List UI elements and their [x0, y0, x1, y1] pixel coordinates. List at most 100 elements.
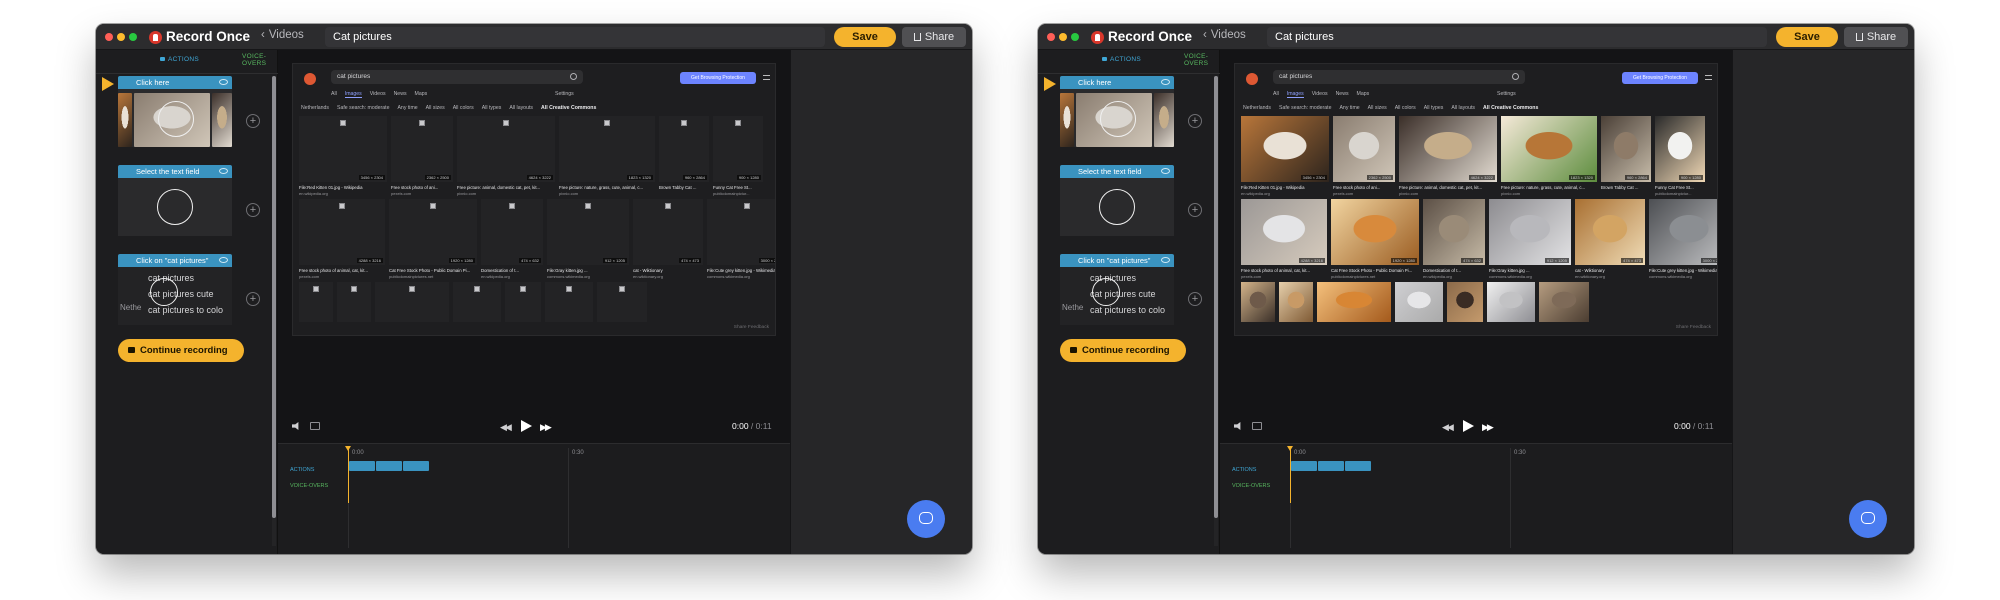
- image-source: commons.wikimedia.org: [1489, 274, 1532, 279]
- steps-panel: ACTIONS VOICE-OVERS Click here + Select the …: [1038, 50, 1220, 554]
- image-result: [299, 282, 333, 322]
- back-to-videos-link[interactable]: ‹ Videos: [261, 29, 304, 41]
- step-header[interactable]: Click on "cat pictures": [1060, 254, 1174, 267]
- title-bar: Record Once ‹ Videos Cat pictures Save Share: [96, 24, 972, 50]
- add-step-button[interactable]: +: [246, 292, 260, 306]
- tab-actions[interactable]: ACTIONS: [160, 56, 199, 63]
- region-text: Nethe: [1062, 303, 1084, 312]
- image-result: 3000 × 2000 File:Cute grey kitten.jpg - W…: [1649, 199, 1717, 279]
- add-step-button[interactable]: +: [1188, 114, 1202, 128]
- close-window-button[interactable]: [1047, 33, 1055, 41]
- share-button[interactable]: Share: [1844, 27, 1908, 47]
- image-caption: File:Red Kitten 01.jpg - Wikipedia: [299, 185, 363, 190]
- image-dimensions: 2362 × 2500: [1366, 175, 1393, 180]
- image-caption: Free stock photo of animal, cat, kit...: [1241, 268, 1311, 273]
- step-card[interactable]: Click on "cat pictures" cat pictures cat p…: [1060, 254, 1174, 325]
- action-clip[interactable]: [1318, 461, 1344, 471]
- visibility-icon[interactable]: [1161, 257, 1170, 263]
- play-icon[interactable]: [1463, 420, 1474, 432]
- volume-icon[interactable]: [292, 422, 299, 430]
- image-result: 3000 × 2000 File:Cute grey kitten.jpg - W…: [707, 199, 775, 279]
- step-header[interactable]: Select the text field: [118, 165, 232, 178]
- share-button[interactable]: Share: [902, 27, 966, 47]
- rewind-icon[interactable]: ◀◀: [1442, 422, 1454, 433]
- step-thumbnail: cat pictures cat pictures cute cat picture…: [1060, 267, 1174, 325]
- player-controls: ◀◀ ▶▶ 0:00 / 0:11: [1220, 420, 1732, 442]
- action-clip[interactable]: [403, 461, 429, 471]
- visibility-icon[interactable]: [219, 257, 228, 263]
- close-window-button[interactable]: [105, 33, 113, 41]
- image-source: pexels.com: [1333, 191, 1354, 196]
- zoom-window-button[interactable]: [1071, 33, 1079, 41]
- search-tab: Maps: [414, 91, 428, 97]
- fast-forward-icon[interactable]: ▶▶: [1482, 422, 1494, 433]
- timeline-tick-label: 0:00: [1294, 450, 1306, 456]
- image-source: publicdomainpictur...: [713, 191, 750, 196]
- filter-label: Any time: [1339, 105, 1360, 111]
- image-result: 912 × 1205 File:Gray kitten.jpg ... common…: [1489, 199, 1571, 279]
- zoom-window-button[interactable]: [129, 33, 137, 41]
- minimize-window-button[interactable]: [117, 33, 125, 41]
- back-to-videos-link[interactable]: ‹ Videos: [1203, 29, 1246, 41]
- broken-image-icon: [665, 203, 671, 209]
- image-dimensions: 474 × 632: [1461, 258, 1483, 263]
- action-clip[interactable]: [1345, 461, 1371, 471]
- steps-scrollbar-thumb[interactable]: [1214, 76, 1218, 518]
- save-button[interactable]: Save: [1776, 27, 1838, 47]
- search-tabs: All Images Videos News Maps: [1273, 91, 1369, 98]
- action-clip[interactable]: [1291, 461, 1317, 471]
- minimize-window-button[interactable]: [1059, 33, 1067, 41]
- continue-recording-button[interactable]: Continue recording: [118, 339, 244, 362]
- visibility-icon[interactable]: [219, 79, 228, 85]
- image-dimensions: 912 × 1205: [1544, 258, 1569, 263]
- add-step-button[interactable]: +: [246, 114, 260, 128]
- play-icon[interactable]: [521, 420, 532, 432]
- tab-actions[interactable]: ACTIONS: [1102, 56, 1141, 63]
- search-tab: Images: [344, 91, 362, 98]
- steps-scrollbar-thumb[interactable]: [272, 76, 276, 518]
- step-card[interactable]: Click on "cat pictures" cat pictures cat p…: [118, 254, 232, 325]
- chat-support-button[interactable]: [907, 500, 945, 538]
- step-header[interactable]: Click here: [1060, 76, 1174, 89]
- tab-voice-overs[interactable]: VOICE-OVERS: [242, 53, 278, 67]
- visibility-icon[interactable]: [1161, 79, 1170, 85]
- step-header[interactable]: Click here: [118, 76, 232, 89]
- continue-label: Continue recording: [140, 345, 228, 356]
- step-header[interactable]: Select the text field: [1060, 165, 1174, 178]
- suggestion-text: cat pictures to colo: [148, 305, 224, 315]
- add-step-button[interactable]: +: [246, 203, 260, 217]
- video-title-input[interactable]: Cat pictures: [325, 27, 825, 47]
- player-controls: ◀◀ ▶▶ 0:00 / 0:11: [278, 420, 790, 442]
- volume-icon[interactable]: [1234, 422, 1241, 430]
- step-card[interactable]: Select the text field: [118, 165, 232, 236]
- fast-forward-icon[interactable]: ▶▶: [540, 422, 552, 433]
- rewind-icon[interactable]: ◀◀: [500, 422, 512, 433]
- captions-icon[interactable]: [310, 422, 320, 430]
- image-result: 4288 × 3216 Free stock photo of animal, c…: [1241, 199, 1327, 279]
- timeline-playhead[interactable]: [345, 446, 351, 503]
- chat-support-button[interactable]: [1849, 500, 1887, 538]
- image-source: en.wikipedia.org: [481, 274, 510, 279]
- step-card[interactable]: Select the text field: [1060, 165, 1174, 236]
- save-button[interactable]: Save: [834, 27, 896, 47]
- browsing-protection-button: Get Browsing Protection: [680, 72, 756, 84]
- timeline-playhead[interactable]: [1287, 446, 1293, 503]
- step-thumbnail: [118, 89, 232, 147]
- continue-recording-button[interactable]: Continue recording: [1060, 339, 1186, 362]
- image-result-row: [299, 282, 647, 322]
- add-step-button[interactable]: +: [1188, 292, 1202, 306]
- step-card[interactable]: Click here: [118, 76, 232, 147]
- browser-search-field: cat pictures: [1273, 70, 1525, 84]
- add-step-button[interactable]: +: [1188, 203, 1202, 217]
- image-result-row: [1241, 282, 1589, 322]
- visibility-icon[interactable]: [219, 168, 228, 174]
- step-card[interactable]: Click here: [1060, 76, 1174, 147]
- action-clip[interactable]: [376, 461, 402, 471]
- action-clip[interactable]: [349, 461, 375, 471]
- tab-voice-overs[interactable]: VOICE-OVERS: [1184, 53, 1220, 67]
- step-header[interactable]: Click on "cat pictures": [118, 254, 232, 267]
- video-title-input[interactable]: Cat pictures: [1267, 27, 1767, 47]
- visibility-icon[interactable]: [1161, 168, 1170, 174]
- image-caption: File:Gray kitten.jpg ...: [547, 268, 588, 273]
- captions-icon[interactable]: [1252, 422, 1262, 430]
